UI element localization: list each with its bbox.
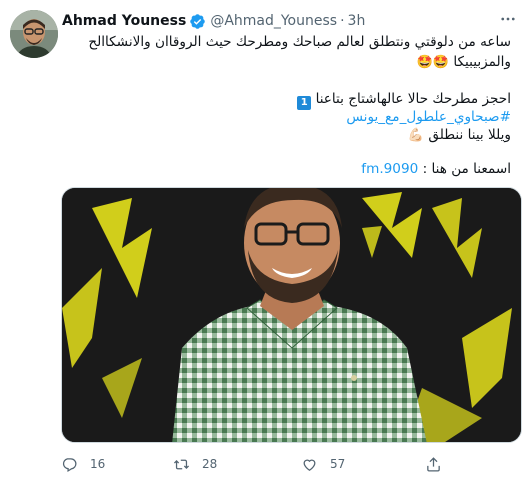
retweet-button[interactable]: 28 bbox=[173, 452, 217, 476]
tweet-text-line-2: والمزبيبيكا 🤩🤩 bbox=[417, 52, 511, 73]
share-button[interactable] bbox=[425, 452, 442, 476]
like-button[interactable]: 57 bbox=[301, 452, 345, 476]
retweet-icon bbox=[173, 459, 190, 469]
more-icon[interactable] bbox=[495, 8, 521, 30]
tweet-timestamp[interactable]: 3h bbox=[348, 13, 366, 29]
retweet-count: 28 bbox=[202, 457, 218, 471]
media-photo bbox=[62, 188, 521, 442]
reply-button[interactable]: 16 bbox=[61, 452, 105, 476]
avatar[interactable] bbox=[10, 10, 58, 58]
share-icon bbox=[427, 456, 440, 472]
star-struck-emoji-icon: 🤩🤩 bbox=[416, 55, 450, 70]
tweet-text-line-2-words: والمزبيبيكا bbox=[453, 54, 511, 70]
author-handle[interactable]: @Ahmad_Youness bbox=[210, 13, 337, 29]
author-name[interactable]: Ahmad Youness bbox=[62, 13, 186, 29]
tweet-media-image[interactable] bbox=[61, 187, 522, 443]
separator-dot: · bbox=[340, 13, 345, 29]
tweet-text-line-5: ويللا بينا ننطلق 💪🏻 bbox=[408, 125, 511, 146]
heart-icon bbox=[303, 459, 316, 471]
tweet-text-line-1: ساعه من دلوقتي ونتطلق لعالم صباحك ومطرحك… bbox=[88, 34, 511, 50]
like-count: 57 bbox=[330, 457, 346, 471]
keycap-one-emoji-icon: 1 bbox=[297, 96, 312, 110]
hashtag-link[interactable]: #صبحاوي_علطول_مع_يونس bbox=[346, 107, 511, 127]
tweet-text-line-3-words: احجز مطرحك حالا عالهاشتاج بتاعنا bbox=[315, 91, 511, 107]
verified-badge-icon bbox=[189, 13, 206, 30]
flexed-biceps-emoji-icon: 💪🏻 bbox=[407, 128, 425, 143]
tweet-actions: 16 28 57 bbox=[61, 452, 461, 476]
tweet-text-line-6: اسمعنا من هنا : 9090.fm bbox=[361, 159, 511, 179]
avatar-image bbox=[10, 10, 58, 58]
radio-link[interactable]: 9090.fm bbox=[361, 161, 418, 177]
listen-text: اسمعنا من هنا : bbox=[422, 161, 511, 177]
tweet-text-line-5-words: ويللا بينا ننطلق bbox=[428, 127, 511, 143]
reply-count: 16 bbox=[90, 457, 106, 471]
reply-icon bbox=[62, 457, 77, 472]
tweet-header: Ahmad Youness @Ahmad_Youness · 3h bbox=[62, 11, 365, 31]
